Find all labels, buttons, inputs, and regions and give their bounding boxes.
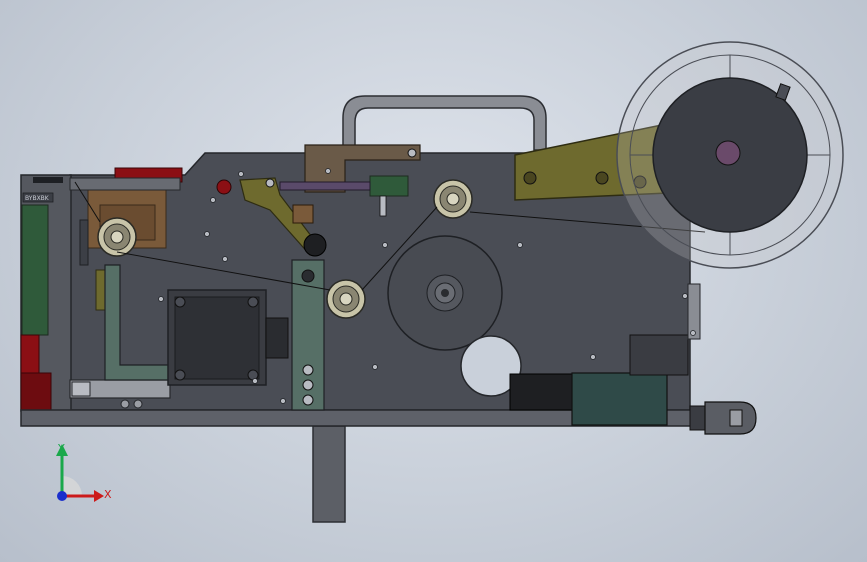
bottom-green-block (571, 372, 668, 426)
green-plate-hole-4 (302, 394, 314, 406)
z-axis-origin (57, 491, 67, 501)
motor-bolt-tr (247, 296, 259, 308)
motor-shaft-coupler (265, 317, 289, 359)
right-box (629, 334, 689, 376)
y-axis-label: Y (57, 442, 65, 455)
green-plate-hole-2 (302, 364, 314, 376)
arm-bolt-2 (595, 171, 609, 185)
spring-block (292, 204, 314, 224)
top-bracket-bolt (407, 148, 417, 158)
left-guide-rail (79, 219, 89, 266)
left-green-strip (21, 204, 49, 336)
bottom-black-motor (509, 373, 573, 411)
take-up-disc (387, 235, 503, 351)
motor-bolt-bl (174, 369, 186, 381)
purple-rail (279, 181, 371, 191)
left-idler-roller (97, 217, 137, 257)
center-guide-roller (326, 279, 366, 319)
sensor-pin (379, 195, 387, 217)
small-dark-roller (303, 233, 327, 257)
carry-handle (342, 95, 547, 151)
green-plate-hole-1 (301, 269, 315, 283)
left-red-block-bottom (20, 372, 52, 411)
stand-leg (312, 425, 346, 523)
cad-viewport[interactable]: BYBXBK Y X (0, 0, 867, 562)
motor-bolt-br (247, 369, 259, 381)
tension-arm-pivot (216, 179, 232, 195)
green-plate-hole-3 (302, 379, 314, 391)
label-plate-text: BYBXBK (25, 195, 50, 202)
arm-bolt-1 (523, 171, 537, 185)
left-red-block-top (20, 334, 40, 374)
axis-triad[interactable]: Y X (40, 438, 130, 518)
motor-bolt-tl (174, 296, 186, 308)
x-axis-arrow (94, 490, 104, 502)
x-axis-label: X (104, 488, 112, 501)
sensor-block (369, 175, 409, 197)
reel-hub (715, 140, 741, 166)
supply-reel (616, 41, 844, 269)
top-gray-strip (69, 177, 181, 191)
motor-body (174, 296, 260, 380)
adjust-knob (689, 401, 757, 435)
top-left-black-strip (33, 177, 63, 183)
tension-arm-bolt (265, 178, 275, 188)
upper-guide-roller (433, 179, 473, 219)
assembly-model[interactable]: BYBXBK (0, 0, 867, 562)
